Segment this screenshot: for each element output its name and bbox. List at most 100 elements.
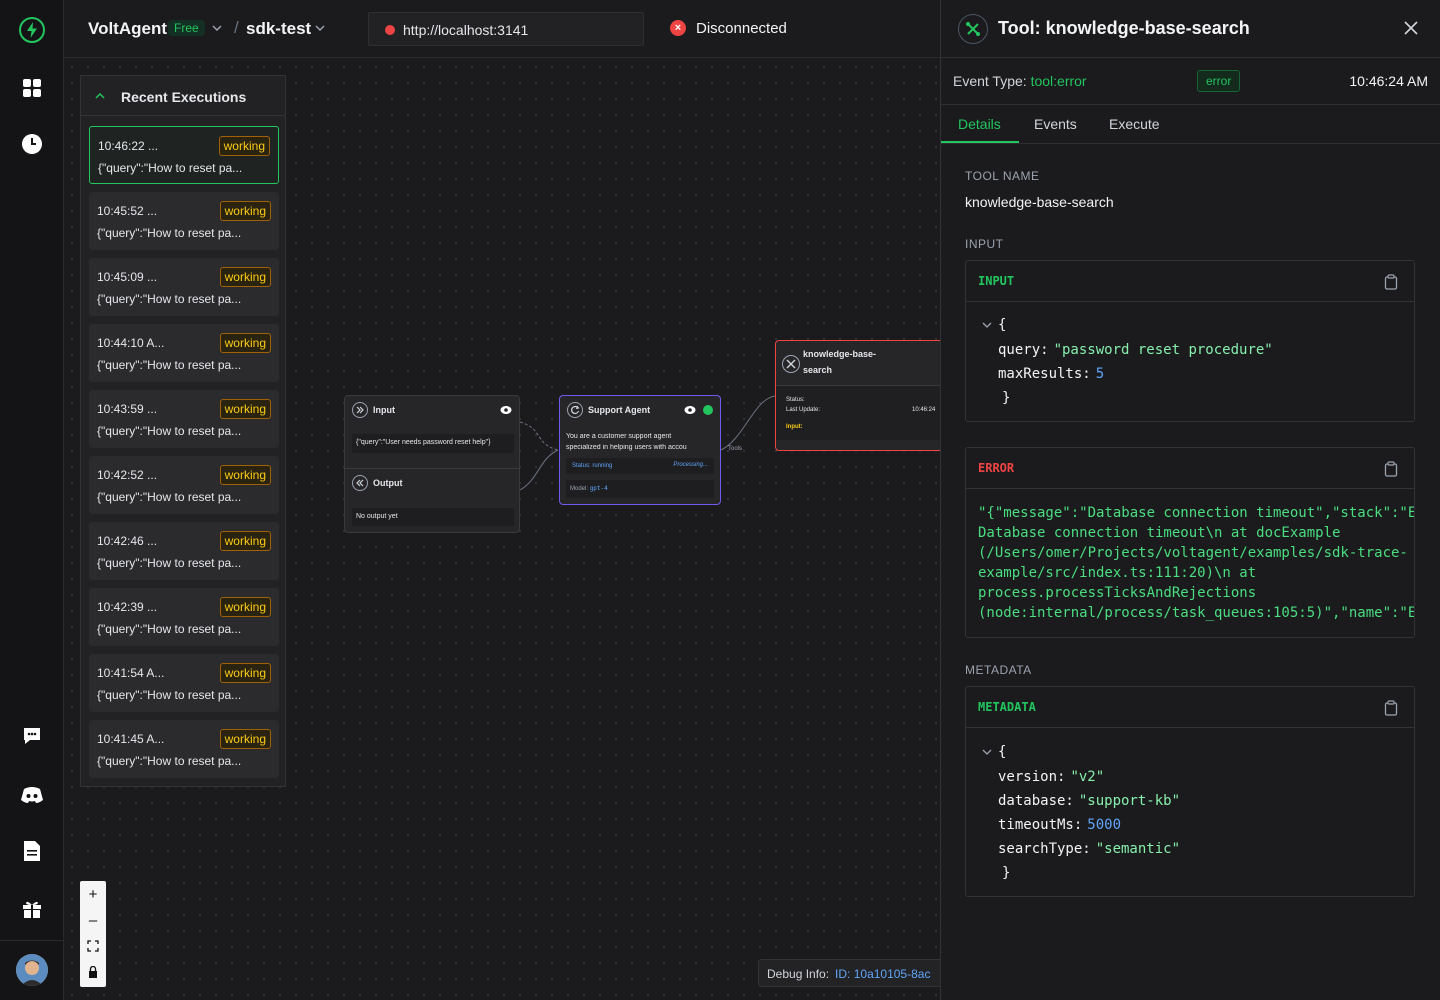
- discord-icon[interactable]: [18, 781, 46, 809]
- error-line: example/src/index.ts:111:20)\n at: [978, 565, 1257, 581]
- input-card-header: INPUT: [966, 261, 1414, 302]
- disconnected-icon: ×: [670, 20, 686, 36]
- agent-status-dot: [703, 405, 713, 415]
- server-url: http://localhost:3141: [403, 22, 529, 38]
- chevron-down-icon[interactable]: [314, 22, 326, 34]
- metadata-card: METADATA { version: "v2" database: "suppor…: [965, 686, 1415, 897]
- chevron-down-icon[interactable]: [211, 22, 223, 34]
- app-root: VoltAgent Free / sdk-test http://localho…: [0, 0, 1440, 1000]
- input-node-title: Input: [373, 405, 395, 415]
- agent-node-header: Support Agent: [560, 396, 720, 424]
- server-url-field[interactable]: http://localhost:3141: [368, 12, 644, 46]
- left-rail: [0, 0, 64, 1000]
- plan-badge: Free: [168, 20, 205, 36]
- event-type-label: Event Type:: [953, 73, 1027, 89]
- docs-icon[interactable]: [18, 837, 46, 865]
- agent-status-box: Status: running Processing...: [566, 458, 714, 474]
- input-node[interactable]: Input {"query":"User needs password rese…: [344, 395, 520, 533]
- tool-node-title-1: knowledge-base-: [803, 349, 877, 359]
- support-agent-node[interactable]: Support Agent You are a customer support…: [559, 395, 721, 505]
- tool-name-value: knowledge-base-search: [965, 194, 1114, 210]
- close-icon[interactable]: [1401, 18, 1421, 38]
- clipboard-icon[interactable]: [1384, 700, 1398, 716]
- top-bar: VoltAgent Free / sdk-test http://localho…: [64, 0, 940, 58]
- json-close-brace: }: [1002, 865, 1011, 881]
- json-field: database: "support-kb": [998, 793, 1180, 809]
- json-key: searchType:: [998, 841, 1091, 857]
- clipboard-icon[interactable]: [1384, 461, 1398, 477]
- input-node-header: Input: [345, 396, 519, 424]
- agent-status-text: Status: running: [572, 463, 613, 469]
- tool-name-label: TOOL NAME: [965, 169, 1040, 183]
- panel-header: Tool: knowledge-base-search: [941, 0, 1440, 58]
- error-line: process.processTicksAndRejections: [978, 585, 1257, 601]
- event-info-row: Event Type: tool:error error 10:46:24 AM: [941, 58, 1440, 105]
- input-node-value: {"query":"User needs password reset help…: [352, 434, 514, 453]
- zoom-out-button[interactable]: –: [80, 907, 106, 933]
- json-value: "semantic": [1095, 841, 1181, 857]
- json-open-brace: {: [998, 317, 1007, 333]
- tool-detail-panel: Tool: knowledge-base-search Event Type: …: [940, 0, 1440, 1000]
- tools-edge-label: Tools: [728, 446, 743, 452]
- tab-details[interactable]: Details: [958, 116, 1001, 132]
- eye-icon[interactable]: [500, 405, 512, 415]
- zoom-in-button[interactable]: +: [80, 881, 106, 907]
- chevron-down-icon[interactable]: [982, 321, 992, 329]
- event-type: Event Type: tool:error: [953, 73, 1087, 89]
- event-time: 10:46:24 AM: [1349, 73, 1428, 89]
- agent-model-value: gpt-4: [589, 485, 608, 492]
- history-clock-icon[interactable]: [18, 130, 46, 158]
- json-field: version: "v2": [998, 769, 1104, 785]
- dashboard-grid-icon[interactable]: [18, 74, 46, 102]
- project-selector[interactable]: sdk-test: [246, 19, 311, 39]
- connection-status-text: Disconnected: [696, 20, 787, 37]
- knowledge-base-search-node[interactable]: knowledge-base- search Status: Last Upda…: [775, 340, 940, 451]
- metadata-card-title: METADATA: [978, 700, 1036, 714]
- agent-model-label: Model:: [570, 486, 589, 492]
- output-node-icon: [352, 475, 368, 491]
- metadata-card-header: METADATA: [966, 687, 1414, 728]
- json-field: searchType: "semantic": [998, 841, 1180, 857]
- panel-tabs: Details Events Execute: [941, 105, 1440, 144]
- input-card-title: INPUT: [978, 274, 1015, 288]
- json-value: "password reset procedure": [1053, 342, 1273, 358]
- agent-description-line-2: specialized in helping users with accou: [566, 444, 687, 451]
- error-line: (node:internal/process/task_queues:105:5…: [978, 605, 1415, 621]
- output-node-value: No output yet: [352, 508, 514, 526]
- error-card-header: ERROR: [966, 448, 1414, 489]
- debug-info[interactable]: Debug Info: ID: 10a10105-8ac: [758, 959, 940, 987]
- tool-node-body: Status: Last Update: 10:46:24 Input:: [776, 385, 940, 440]
- tab-events[interactable]: Events: [1034, 116, 1077, 132]
- active-tab-indicator: [941, 141, 1019, 143]
- json-field: timeoutMs: 5000: [998, 817, 1121, 833]
- tool-status-label: Status:: [786, 397, 805, 403]
- json-close-brace: }: [1002, 390, 1011, 406]
- tool-node-icon: [782, 355, 800, 373]
- panel-title: Tool: knowledge-base-search: [998, 18, 1250, 38]
- clipboard-icon[interactable]: [1384, 274, 1398, 290]
- json-key: timeoutMs:: [998, 817, 1083, 833]
- agent-processing: Processing...: [673, 462, 708, 468]
- tab-execute[interactable]: Execute: [1109, 116, 1160, 132]
- eye-icon[interactable]: [684, 405, 696, 415]
- breadcrumb-separator: /: [234, 18, 239, 37]
- event-type-value: tool:error: [1030, 73, 1087, 89]
- tool-input-label: Input:: [786, 424, 803, 430]
- voltagent-logo-icon[interactable]: [18, 16, 46, 44]
- status-badge: error: [1197, 70, 1241, 92]
- gift-icon[interactable]: [18, 895, 46, 923]
- chevron-down-icon[interactable]: [982, 748, 992, 756]
- avatar[interactable]: [16, 954, 48, 986]
- input-card: INPUT { query: "password reset procedure"…: [965, 260, 1415, 422]
- fit-view-button[interactable]: [80, 933, 106, 959]
- json-key: database:: [998, 793, 1074, 809]
- lock-icon[interactable]: [80, 959, 106, 985]
- tool-update-label: Last Update:: [786, 407, 821, 413]
- debug-info-id: ID: 10a10105-8ac: [835, 967, 931, 981]
- chat-icon[interactable]: [18, 722, 46, 750]
- tool-update-value: 10:46:24: [912, 407, 936, 413]
- error-card: ERROR "{"message":"Database connection t…: [965, 447, 1415, 638]
- agent-model-box: Model: gpt-4: [566, 480, 714, 498]
- flow-canvas[interactable]: Recent Executions 10:46:22 ... working {"q…: [64, 59, 940, 1000]
- json-key: version:: [998, 769, 1066, 785]
